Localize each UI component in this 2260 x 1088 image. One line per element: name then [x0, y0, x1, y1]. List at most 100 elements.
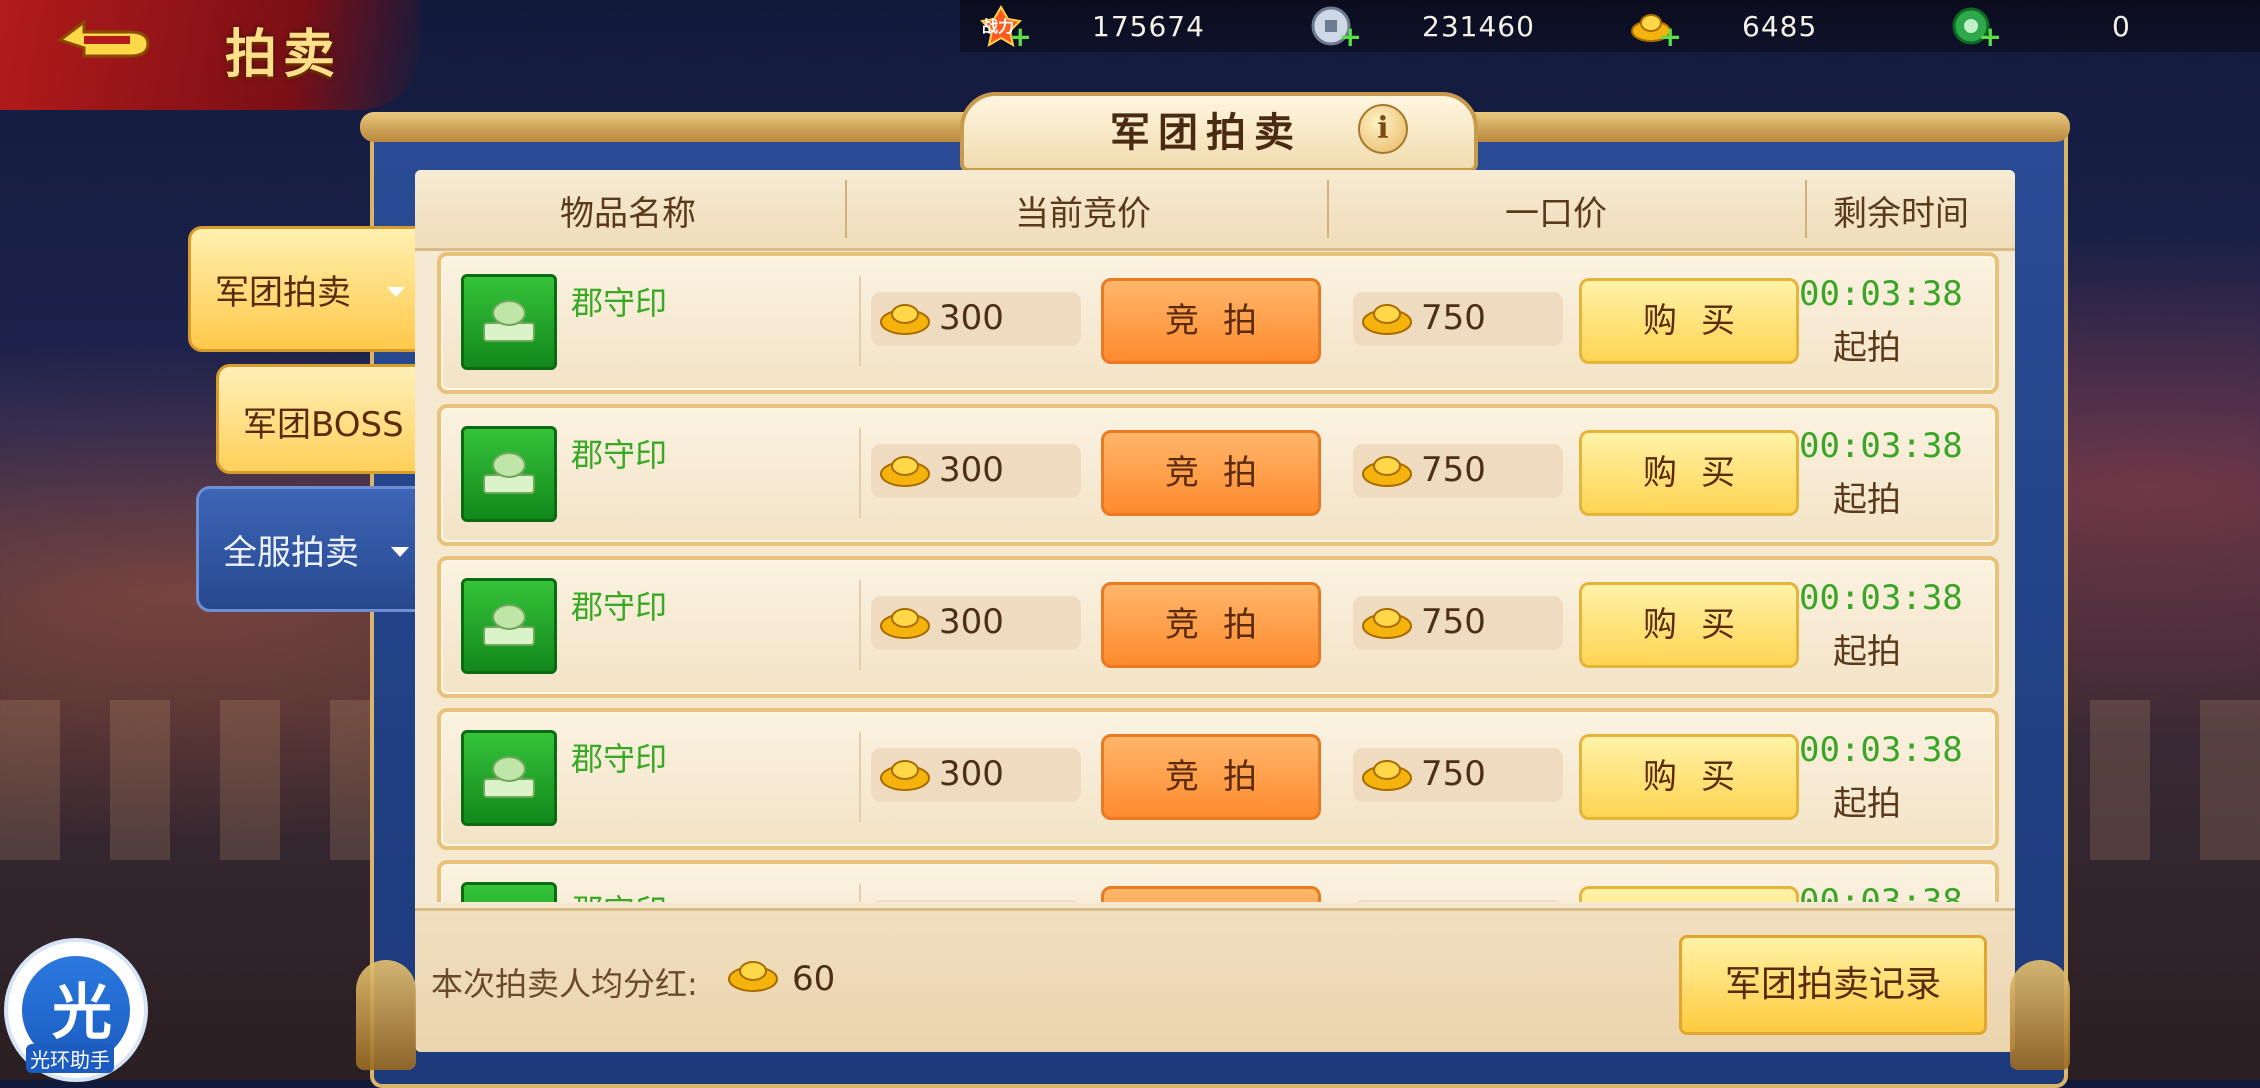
column-header: 物品名称 当前竞价 一口价 剩余时间 [415, 170, 2015, 251]
time-remaining: 00:03:38 [1799, 882, 1963, 902]
dropdown-caret-icon [391, 547, 409, 557]
buyout-value: 750 [1421, 602, 1486, 642]
item-icon[interactable] [461, 426, 557, 522]
page-title: 拍卖 [225, 24, 342, 85]
table-row: 郡守印 300 竞拍 750 购买00:03:38 起拍 [437, 252, 1999, 394]
gold-ingot-icon [1362, 608, 1412, 639]
tab-legion-boss[interactable]: 军团BOSS [216, 364, 418, 474]
buyout-value: 750 [1421, 298, 1486, 338]
bid-price-box [871, 900, 1081, 902]
auction-status: 起拍 [1833, 784, 1901, 824]
buy-button[interactable]: 购买 [1579, 734, 1799, 820]
back-arrow-icon [56, 19, 150, 58]
current-bid-value: 300 [939, 450, 1004, 490]
current-bid-value: 300 [939, 754, 1004, 794]
helper-glyph: 光 [52, 978, 112, 1048]
resource-silver: + 231460 [1310, 0, 1535, 52]
auction-list[interactable]: 郡守印 300 竞拍 750 购买 00:03:38 起拍 郡守印 300 竞拍 750 购买 00:0… [415, 252, 2015, 902]
dropdown-caret-icon [387, 287, 405, 297]
buy-button[interactable]: 购买 [1579, 886, 1799, 902]
row-divider [859, 428, 861, 518]
item-icon[interactable] [461, 578, 557, 674]
table-row: 郡守印300竞拍750购买00:03:38起拍 [437, 860, 1999, 902]
item-icon[interactable] [461, 730, 557, 826]
dragon-ornament [2010, 960, 2070, 1070]
gold-ingot-icon: + [1630, 5, 1682, 51]
gold-ingot-icon [880, 304, 930, 335]
jade-seal-icon [483, 756, 535, 798]
buy-button[interactable]: 购买 [1579, 582, 1799, 668]
table-row: 郡守印 300 竞拍 750 购买00:03:38 起拍 [437, 708, 1999, 850]
dividend-label: 本次拍卖人均分红: [431, 965, 698, 1003]
buy-button[interactable]: 购买 [1579, 278, 1799, 364]
auction-record-button[interactable]: 军团拍卖记录 [1679, 935, 1987, 1035]
panel-title: 军团拍卖 [1110, 110, 1302, 156]
buy-button[interactable]: 购买 [1579, 430, 1799, 516]
tab-legion-boss-label: 军团BOSS [243, 405, 404, 445]
combat-power-icon: 战力 + [979, 5, 1032, 51]
column-buyout: 一口价 [1505, 194, 1607, 234]
auction-status: 起拍 [1833, 328, 1901, 368]
current-bid-value: 300 [939, 298, 1004, 338]
row-divider [859, 732, 861, 822]
auction-content: 物品名称 当前竞价 一口价 剩余时间 郡守印 300 竞拍 750 购买 00:03:38… [415, 170, 2015, 1052]
time-remaining: 00:03:38 [1799, 274, 1963, 314]
jade-seal-icon [483, 452, 535, 494]
column-divider [845, 180, 847, 238]
table-row: 郡守印300竞拍750购买00:03:38起拍 [437, 556, 1999, 698]
combat-power-value: 175674 [1092, 9, 1205, 43]
bid-button[interactable]: 竞拍 [1101, 430, 1321, 516]
resource-combat-power: 战力 + 175674 [979, 0, 1205, 52]
bid-button[interactable]: 竞拍 [1101, 582, 1321, 668]
tab-legion-auction-label: 军团拍卖 [215, 273, 351, 313]
gold-ingot-icon [1362, 304, 1412, 335]
gold-ingot-icon [1362, 456, 1412, 487]
column-time-left: 剩余时间 [1833, 194, 1969, 234]
current-bid-value: 300 [939, 602, 1004, 642]
jade-dragon-icon: + [1950, 5, 2002, 51]
column-divider [1805, 180, 1807, 238]
gold-value: 6485 [1742, 9, 1818, 43]
jade-seal-icon [483, 604, 535, 646]
add-gold-icon[interactable]: + [1659, 23, 1682, 51]
item-name: 郡守印 [571, 886, 667, 902]
tab-legion-auction[interactable]: 军团拍卖 [188, 226, 426, 352]
tab-server-auction-label: 全服拍卖 [223, 533, 359, 573]
info-icon[interactable]: i [1358, 104, 1408, 154]
bid-button[interactable]: 竞拍 [1101, 886, 1321, 902]
bid-button[interactable]: 竞拍 [1101, 734, 1321, 820]
jade-value: 0 [2112, 9, 2131, 43]
silver-value: 231460 [1422, 9, 1535, 43]
add-silver-icon[interactable]: + [1339, 23, 1362, 51]
gold-ingot-icon [1362, 760, 1412, 791]
column-divider [1327, 180, 1329, 238]
silver-coin-icon: + [1310, 5, 1362, 51]
buyout-value: 750 [1421, 754, 1486, 794]
auction-status: 起拍 [1833, 480, 1901, 520]
bid-button[interactable]: 竞拍 [1101, 278, 1321, 364]
time-remaining: 00:03:38 [1799, 426, 1963, 466]
item-name: 郡守印 [571, 740, 668, 778]
column-item-name: 物品名称 [560, 194, 696, 234]
helper-app-badge[interactable]: 光 光环助手 [4, 938, 148, 1082]
item-name: 郡守印 [571, 588, 668, 626]
gold-ingot-icon [880, 608, 930, 639]
dragon-ornament [356, 960, 416, 1070]
table-row: 郡守印300竞拍750购买00:03:38起拍 [437, 404, 1999, 546]
dividend-value: 60 [792, 959, 836, 999]
tab-server-auction[interactable]: 全服拍卖 [196, 486, 426, 612]
add-jade-icon[interactable]: + [1979, 23, 2002, 51]
gold-ingot-icon [880, 760, 930, 791]
item-icon[interactable] [461, 882, 557, 902]
buyout-value: 750 [1421, 450, 1486, 490]
item-icon[interactable] [461, 274, 557, 370]
back-button[interactable] [40, 10, 160, 70]
auction-status: 起拍 [1833, 632, 1901, 672]
time-remaining: 00:03:38 [1799, 730, 1963, 770]
buyout-price-box [1353, 900, 1563, 902]
add-combat-icon[interactable]: + [1009, 23, 1032, 51]
row-divider [859, 580, 861, 670]
resource-jade: + 0 [1950, 0, 2131, 52]
item-name: 郡守印 [571, 284, 668, 322]
gold-ingot-icon [880, 456, 930, 487]
